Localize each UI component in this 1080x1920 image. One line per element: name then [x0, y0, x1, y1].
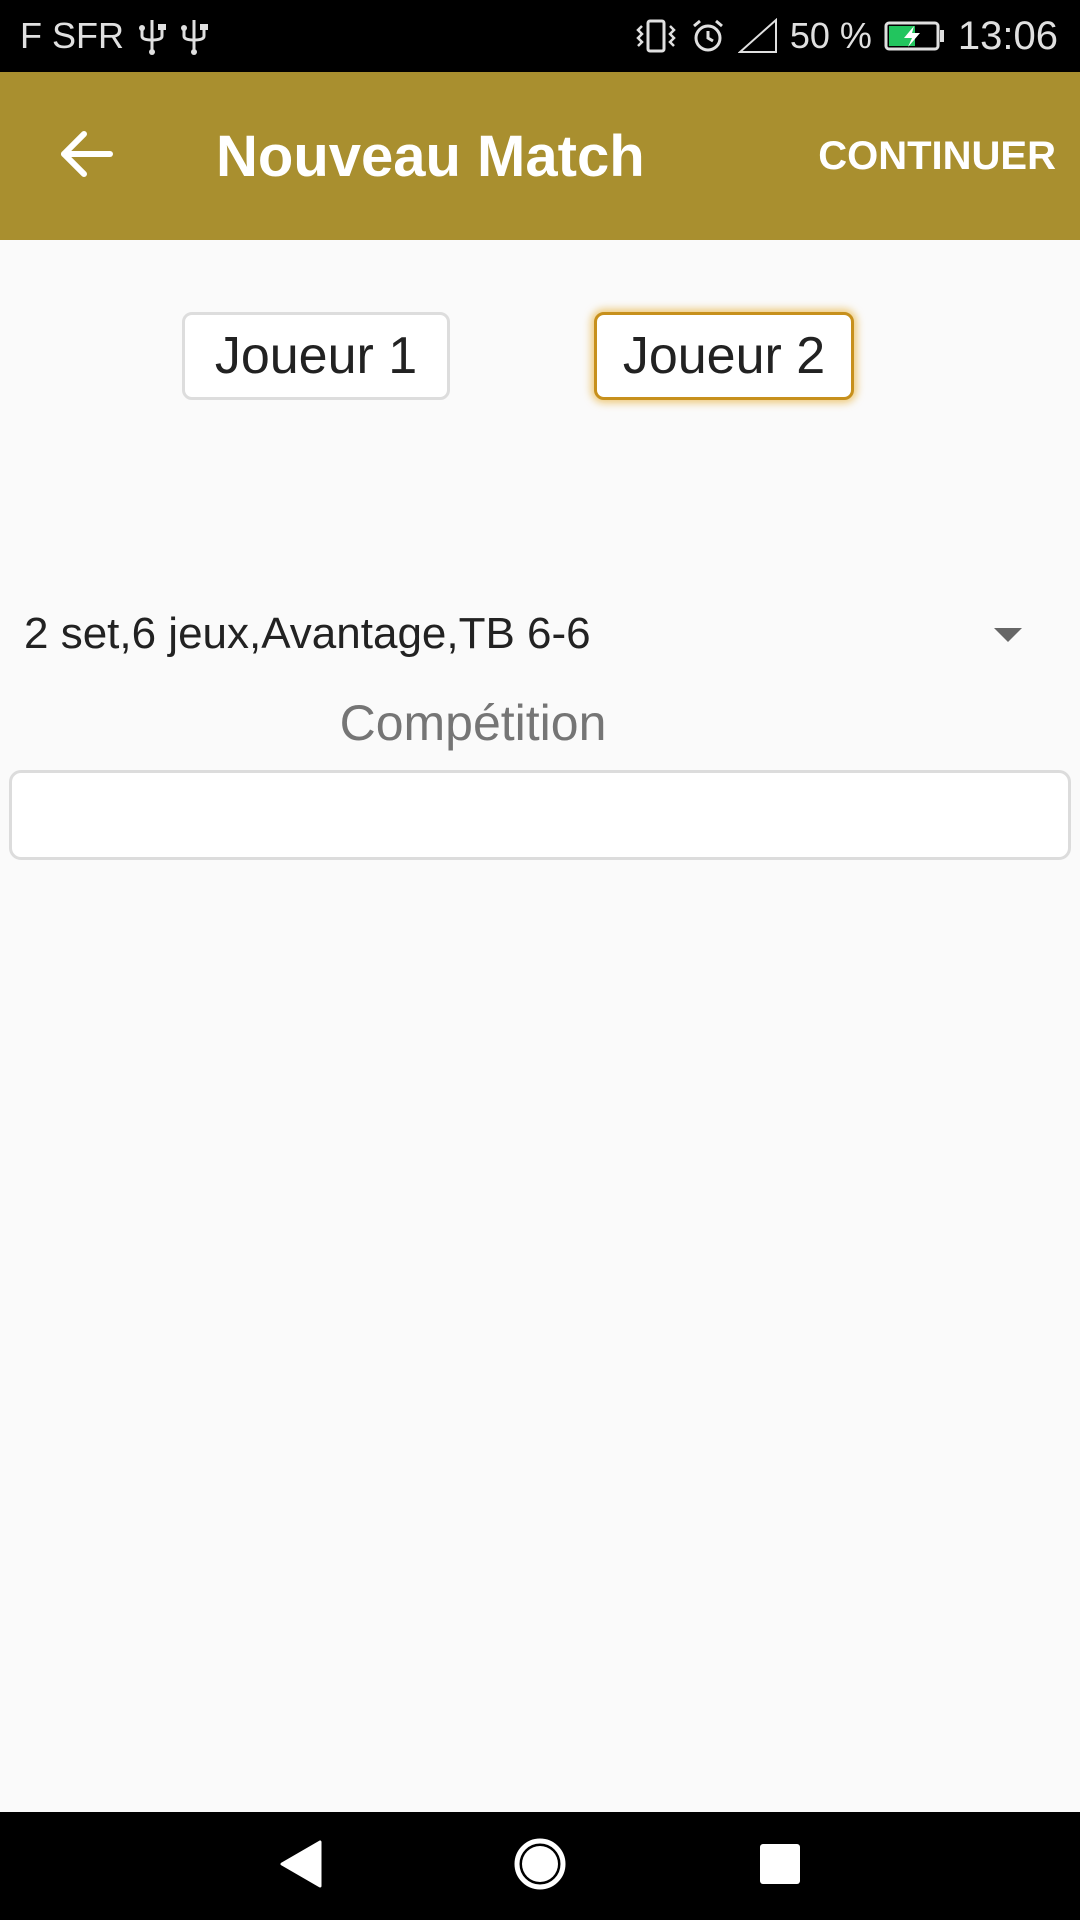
- competition-label: Compétition: [339, 695, 607, 751]
- vibrate-icon: [634, 18, 678, 54]
- carrier-label: F SFR: [20, 15, 124, 56]
- usb-icon: [138, 16, 166, 56]
- screen: F SFR 50 % 13:06 Nouveau Match CONTINUER…: [0, 0, 1080, 1920]
- nav-back-button[interactable]: [268, 1834, 332, 1898]
- alarm-icon: [690, 18, 726, 54]
- signal-icon: [737, 18, 778, 54]
- usb-icon: [180, 16, 208, 56]
- dropdown-caret-icon: [992, 626, 1024, 649]
- arrow-left-icon: [58, 130, 114, 183]
- match-format-dropdown[interactable]: 2 set,6 jeux,Avantage,TB 6-6: [0, 598, 1080, 670]
- continue-button[interactable]: CONTINUER: [818, 72, 1056, 240]
- app-bar: Nouveau Match CONTINUER: [0, 72, 1080, 240]
- battery-percent-label: 50 %: [789, 15, 872, 56]
- battery-charging-icon: [884, 20, 946, 52]
- status-left: F SFR: [20, 0, 208, 72]
- nav-recents-button[interactable]: [748, 1834, 812, 1898]
- nav-home-button[interactable]: [508, 1834, 572, 1898]
- navigation-bar: [0, 1812, 1080, 1920]
- clock-label: 13:06: [957, 13, 1058, 58]
- back-button[interactable]: [48, 118, 124, 194]
- recents-square-icon: [758, 1842, 802, 1891]
- status-right: 50 % 13:06: [634, 0, 1058, 72]
- home-circle-icon: [512, 1836, 568, 1897]
- status-bar: F SFR 50 % 13:06: [0, 0, 1080, 72]
- competition-input[interactable]: [9, 770, 1071, 860]
- page-title: Nouveau Match: [216, 123, 645, 189]
- match-format-value: 2 set,6 jeux,Avantage,TB 6-6: [24, 609, 591, 658]
- player-2-button[interactable]: Joueur 2: [594, 312, 854, 400]
- back-triangle-icon: [276, 1838, 324, 1895]
- player-1-button[interactable]: Joueur 1: [182, 312, 450, 400]
